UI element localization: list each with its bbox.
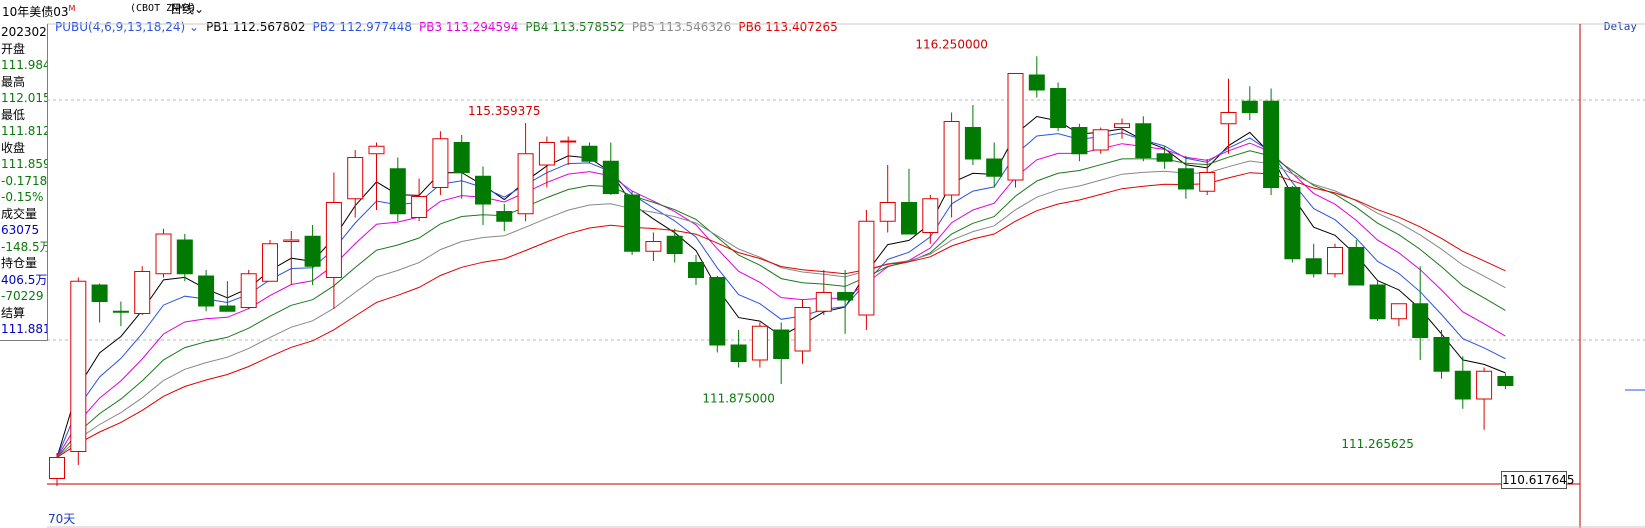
visible-days-label: 70天 bbox=[48, 512, 76, 526]
candle-body bbox=[1028, 74, 1045, 91]
candle-body bbox=[49, 457, 65, 479]
price-annotation: 111.265625 bbox=[1341, 437, 1414, 451]
candle-body bbox=[1135, 123, 1152, 158]
quote-field-9: -0.17187 bbox=[1, 173, 47, 188]
candle-body bbox=[1497, 376, 1514, 386]
price-annotation: 116.250000 bbox=[915, 37, 988, 51]
candle-body bbox=[112, 310, 129, 313]
candle-body bbox=[155, 233, 172, 275]
candle-body bbox=[624, 194, 641, 252]
candle-body bbox=[815, 292, 832, 312]
candle-body bbox=[1263, 100, 1280, 188]
candle-body bbox=[1412, 303, 1429, 338]
candle-body bbox=[1454, 370, 1471, 400]
candle-body bbox=[858, 220, 875, 316]
candlestick-chart[interactable]: 116.250000 115.359375 111.875000 111.265625 bbox=[0, 0, 1645, 528]
candle-body bbox=[134, 271, 151, 314]
candle-body bbox=[325, 202, 342, 278]
quote-info-panel: 20230220 开盘 111.9843 最高 112.0156 最低 111.8125 收盘… bbox=[0, 24, 48, 341]
ma-line-pb2 bbox=[56, 132, 1506, 458]
candle-body bbox=[262, 243, 278, 282]
candle-body bbox=[964, 127, 981, 160]
candle-body bbox=[411, 196, 428, 218]
quote-field-3: 最高 bbox=[1, 74, 26, 89]
candle-body bbox=[198, 275, 215, 307]
candle-body bbox=[219, 305, 236, 312]
candle-body bbox=[1092, 129, 1109, 151]
candle-body bbox=[1305, 258, 1322, 275]
candle-body bbox=[283, 239, 300, 242]
candle-body bbox=[773, 329, 790, 359]
candle-body bbox=[432, 138, 449, 188]
candle-body bbox=[1220, 112, 1237, 125]
candle-body bbox=[986, 158, 1003, 177]
candle-body bbox=[1199, 172, 1216, 192]
candle-body bbox=[1114, 123, 1130, 128]
candle-body bbox=[1284, 187, 1301, 260]
candle-body bbox=[1348, 247, 1365, 286]
quote-field-16: -70229 bbox=[1, 289, 44, 303]
candle-body bbox=[709, 277, 726, 346]
candle-body bbox=[645, 241, 662, 252]
quote-field-14: 持仓量 bbox=[1, 256, 38, 270]
candle-body bbox=[517, 153, 534, 215]
price-annotation: 111.875000 bbox=[702, 391, 775, 405]
quote-field-18: 111.8818 bbox=[1, 322, 47, 336]
quote-field-13: -148.5万 bbox=[1, 239, 47, 254]
candle-body bbox=[581, 145, 598, 162]
candle-body bbox=[453, 142, 470, 173]
candle-body bbox=[368, 145, 385, 155]
quote-field-11: 成交量 bbox=[1, 206, 38, 221]
quote-field-15: 406.5万 bbox=[1, 272, 47, 287]
price-annotation: 115.359375 bbox=[468, 104, 541, 118]
candle-body bbox=[560, 140, 577, 143]
candle-body bbox=[794, 307, 811, 352]
candle-body bbox=[496, 211, 513, 222]
candle-body bbox=[922, 198, 939, 233]
candle-body bbox=[1177, 168, 1194, 190]
quote-field-7: 收盘 bbox=[1, 140, 26, 155]
candle-body bbox=[538, 142, 555, 166]
current-price-box: 110.617645 bbox=[1501, 471, 1575, 489]
candle-body bbox=[1327, 247, 1343, 275]
candle-body bbox=[389, 168, 406, 215]
candle-body bbox=[1369, 284, 1386, 320]
candle-body bbox=[943, 121, 960, 196]
candle-body bbox=[602, 160, 619, 194]
candle-body bbox=[304, 235, 321, 267]
candle-body bbox=[1007, 73, 1024, 181]
candle-body bbox=[475, 175, 491, 205]
candle-body bbox=[240, 273, 257, 308]
candle-body bbox=[751, 325, 768, 361]
candle-body bbox=[688, 262, 704, 278]
candle-body bbox=[901, 202, 917, 235]
candle-body bbox=[1050, 88, 1067, 128]
quote-field-2: 111.9843 bbox=[1, 58, 47, 72]
candle-body bbox=[347, 157, 364, 200]
candle-body bbox=[1241, 100, 1258, 113]
candle-body bbox=[666, 235, 683, 254]
quote-field-10: -0.15% bbox=[1, 190, 44, 204]
candle-body bbox=[1433, 337, 1450, 372]
quote-field-4: 112.0156 bbox=[1, 91, 47, 105]
candle-body bbox=[837, 292, 854, 301]
quote-field-17: 结算 bbox=[1, 305, 26, 320]
candle-body bbox=[70, 280, 87, 452]
quote-field-8: 111.8593 bbox=[1, 157, 47, 171]
candle-body bbox=[91, 284, 108, 302]
quote-field-5: 最低 bbox=[1, 107, 26, 122]
candle-body bbox=[730, 344, 747, 362]
candle-body bbox=[1390, 303, 1407, 320]
candle-body bbox=[879, 202, 896, 222]
candle-body bbox=[1476, 370, 1493, 400]
quote-field-0: 20230220 bbox=[1, 25, 47, 39]
quote-field-6: 111.8125 bbox=[1, 124, 47, 138]
candle-body bbox=[1156, 153, 1173, 162]
quote-field-12: 63075 bbox=[1, 223, 40, 237]
candle-body bbox=[1071, 127, 1088, 155]
quote-field-1: 开盘 bbox=[1, 41, 26, 56]
candle-body bbox=[176, 239, 193, 275]
